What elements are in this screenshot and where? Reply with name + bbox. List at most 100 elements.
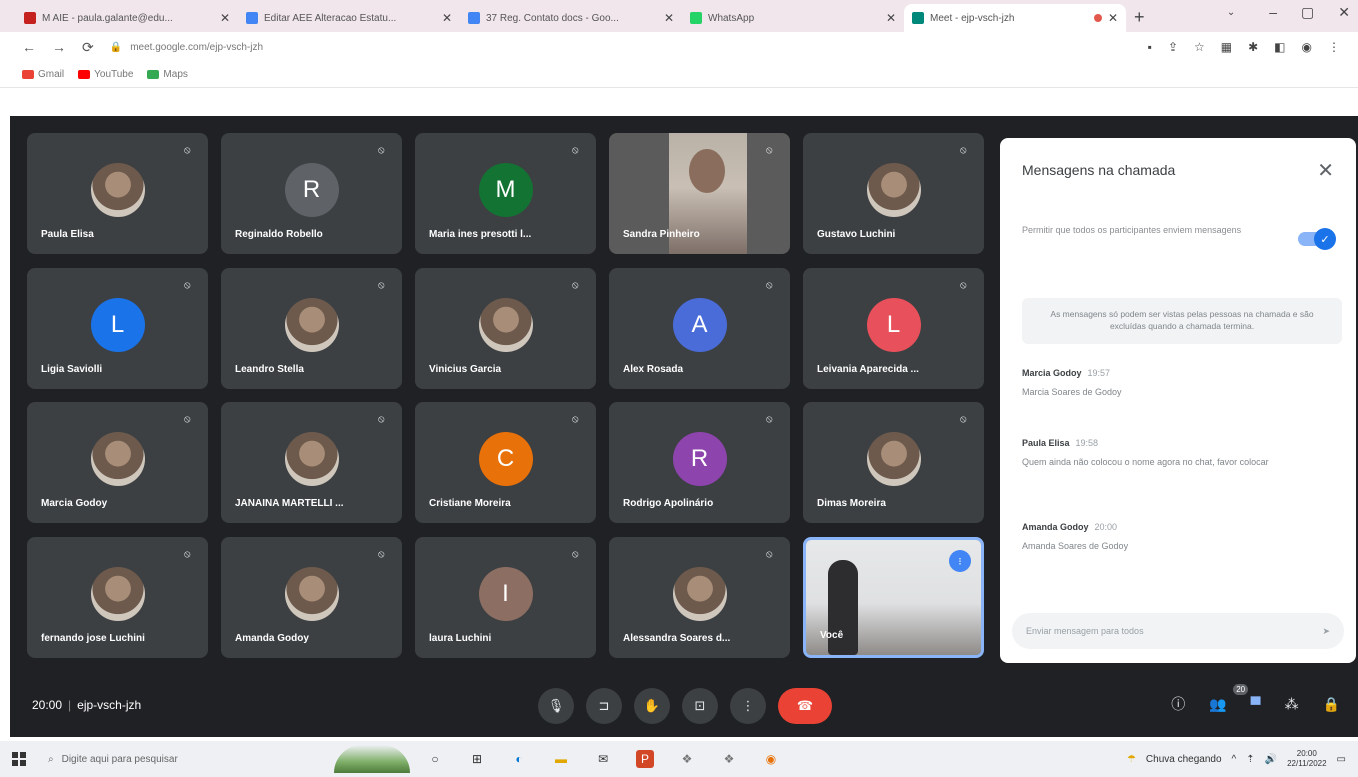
bookmark-item[interactable]: YouTube [78, 69, 133, 80]
participant-avatar [284, 432, 339, 486]
host-controls-icon[interactable]: 🔒 [1323, 696, 1340, 713]
tab-title: Meet - ejp-vsch-jzh [930, 12, 1015, 24]
participant-tile[interactable]: ⦸ Sandra Pinheiro [609, 133, 790, 254]
participant-tile[interactable]: R ⦸ Reginaldo Robello [221, 133, 402, 254]
participant-tile[interactable]: ⦸ Amanda Godoy [221, 537, 402, 658]
leave-call-icon[interactable]: ☎ [778, 688, 832, 724]
permission-toggle[interactable]: ✓ [1298, 228, 1336, 250]
tab-close-icon[interactable]: ✕ [886, 11, 896, 25]
participant-tile[interactable]: C ⦸ Cristiane Moreira [415, 402, 596, 523]
participant-tile[interactable]: ⦸ JANAINA MARTELLI ... [221, 402, 402, 523]
new-tab-button[interactable]: + [1134, 7, 1145, 28]
browser-tab[interactable]: WhatsApp ✕ [682, 4, 904, 32]
back-icon[interactable]: ← [22, 39, 36, 55]
tray-chevron-icon[interactable]: ^ [1232, 754, 1237, 765]
participant-avatar: L [866, 298, 921, 352]
participant-tile[interactable]: L ⦸ Leivania Aparecida ... [803, 268, 984, 389]
participant-tile[interactable]: ⁝ Você [803, 537, 984, 658]
participant-tile[interactable]: I ⦸ laura Luchini [415, 537, 596, 658]
participant-tile[interactable]: ⦸ Vinicius Garcia [415, 268, 596, 389]
participant-tile[interactable]: ⦸ Paula Elisa [27, 133, 208, 254]
participant-tile[interactable]: ⦸ Dimas Moreira [803, 402, 984, 523]
star-icon[interactable]: ☆ [1194, 40, 1205, 54]
browser-tab[interactable]: Editar AEE Alteracao Estatu... ✕ [238, 4, 460, 32]
participant-tile[interactable]: ⦸ Alessandra Soares d... [609, 537, 790, 658]
task-view-icon[interactable]: ⊞ [468, 750, 486, 768]
muted-mic-icon: ⦸ [766, 414, 773, 425]
address-bar[interactable]: 🔒 meet.google.com/ejp-vsch-jzh [110, 36, 1130, 58]
app-icon-1[interactable]: ❖ [678, 750, 696, 768]
bookmark-item[interactable]: Gmail [22, 69, 64, 80]
meeting-clock: 20:00 | ejp-vsch-jzh [32, 698, 141, 712]
info-icon[interactable]: ⓘ [1171, 694, 1185, 714]
browser-tab[interactable]: M AIE - paula.galante@edu... ✕ [16, 4, 238, 32]
share-icon[interactable]: ⇪ [1168, 40, 1178, 54]
cortana-icon[interactable]: ○ [426, 750, 444, 768]
system-clock[interactable]: 20:00 22/11/2022 [1287, 749, 1326, 769]
menu-icon[interactable]: ⋮ [1328, 40, 1340, 54]
camera-indicator-icon[interactable]: ▪ [1148, 40, 1152, 54]
message-sender: Marcia Godoy [1022, 368, 1082, 378]
muted-mic-icon: ⦸ [184, 145, 191, 156]
participant-name: Rodrigo Apolinário [623, 498, 714, 509]
participant-tile[interactable]: ⦸ fernando jose Luchini [27, 537, 208, 658]
participant-tile[interactable]: A ⦸ Alex Rosada [609, 268, 790, 389]
browser-tab[interactable]: Meet - ejp-vsch-jzh ✕ [904, 4, 1126, 32]
participant-avatar: L [90, 298, 145, 352]
edge-icon[interactable]: ◐ [510, 750, 528, 768]
minimize-button[interactable]: – [1269, 4, 1277, 21]
close-icon[interactable]: ✕ [1317, 158, 1334, 183]
powerpoint-icon[interactable]: P [636, 750, 654, 768]
puzzle-icon[interactable]: ✱ [1248, 40, 1258, 54]
bookmark-item[interactable]: Maps [147, 69, 188, 80]
browser-tab[interactable]: 37 Reg. Contato docs - Goo... ✕ [460, 4, 682, 32]
captions-icon[interactable]: ⊐ [586, 688, 622, 724]
participant-tile[interactable]: R ⦸ Rodrigo Apolinário [609, 402, 790, 523]
tab-close-icon[interactable]: ✕ [1108, 11, 1118, 25]
browser-tab-strip: M AIE - paula.galante@edu... ✕ Editar AE… [0, 0, 1358, 32]
chrome-icon[interactable]: ◉ [762, 750, 780, 768]
mail-icon[interactable]: ✉ [594, 750, 612, 768]
file-explorer-icon[interactable]: ▬ [552, 750, 570, 768]
chat-input[interactable]: Enviar mensagem para todos ➤ [1012, 613, 1344, 649]
tab-search-icon[interactable]: ⌄ [1227, 7, 1235, 21]
more-options-icon[interactable]: ⋮ [730, 688, 766, 724]
maximize-button[interactable]: ▢ [1301, 4, 1314, 21]
participant-tile[interactable]: M ⦸ Maria ines presotti l... [415, 133, 596, 254]
profile-icon[interactable]: ◉ [1302, 40, 1312, 54]
extension-icon[interactable]: ▦ [1221, 40, 1232, 54]
taskbar-search-placeholder: Digite aqui para pesquisar [61, 753, 178, 765]
tab-close-icon[interactable]: ✕ [442, 11, 452, 25]
sidepanel-icon[interactable]: ◧ [1274, 40, 1285, 54]
bookmark-label: Gmail [38, 69, 65, 80]
network-icon[interactable]: ⇡ [1246, 754, 1254, 765]
participant-tile[interactable]: ⦸ Marcia Godoy [27, 402, 208, 523]
volume-icon[interactable]: 🔊 [1265, 754, 1277, 765]
chat-icon[interactable]: ▀ [1251, 696, 1261, 712]
notification-icon[interactable]: ▭ [1337, 754, 1346, 765]
app-icon-2[interactable]: ❖ [720, 750, 738, 768]
taskbar-apps: ○ ⊞ ◐ ▬ ✉ P ❖ ❖ ◉ [426, 750, 780, 768]
participant-name: Sandra Pinheiro [623, 229, 700, 240]
reload-icon[interactable]: ⟳ [82, 39, 94, 56]
participant-tile[interactable]: ⦸ Gustavo Luchini [803, 133, 984, 254]
participant-tile[interactable]: L ⦸ Ligia Saviolli [27, 268, 208, 389]
participant-name: Você [820, 630, 844, 641]
taskbar-search[interactable]: ⌕ Digite aqui para pesquisar [48, 754, 334, 765]
tab-close-icon[interactable]: ✕ [220, 11, 230, 25]
raise-hand-icon[interactable]: ✋ [634, 688, 670, 724]
present-icon[interactable]: ⊡ [682, 688, 718, 724]
windows-start-icon[interactable] [12, 752, 26, 766]
activities-icon[interactable]: ⁂ [1285, 696, 1299, 713]
chat-message: Amanda Godoy 20:00 Amanda Soares de Godoy [1022, 522, 1332, 553]
close-window-button[interactable]: ✕ [1338, 4, 1350, 21]
tab-close-icon[interactable]: ✕ [664, 11, 674, 25]
weather-text[interactable]: Chuva chegando [1146, 754, 1222, 765]
participant-tile[interactable]: ⦸ Leandro Stella [221, 268, 402, 389]
forward-icon[interactable]: → [52, 39, 66, 55]
tab-title: WhatsApp [708, 12, 755, 24]
people-icon[interactable]: 👥 20 [1209, 683, 1249, 713]
message-sender-line: Paula Elisa 19:58 [1022, 438, 1332, 448]
mic-icon[interactable]: 🎙 [538, 688, 574, 724]
send-icon[interactable]: ➤ [1322, 626, 1330, 637]
